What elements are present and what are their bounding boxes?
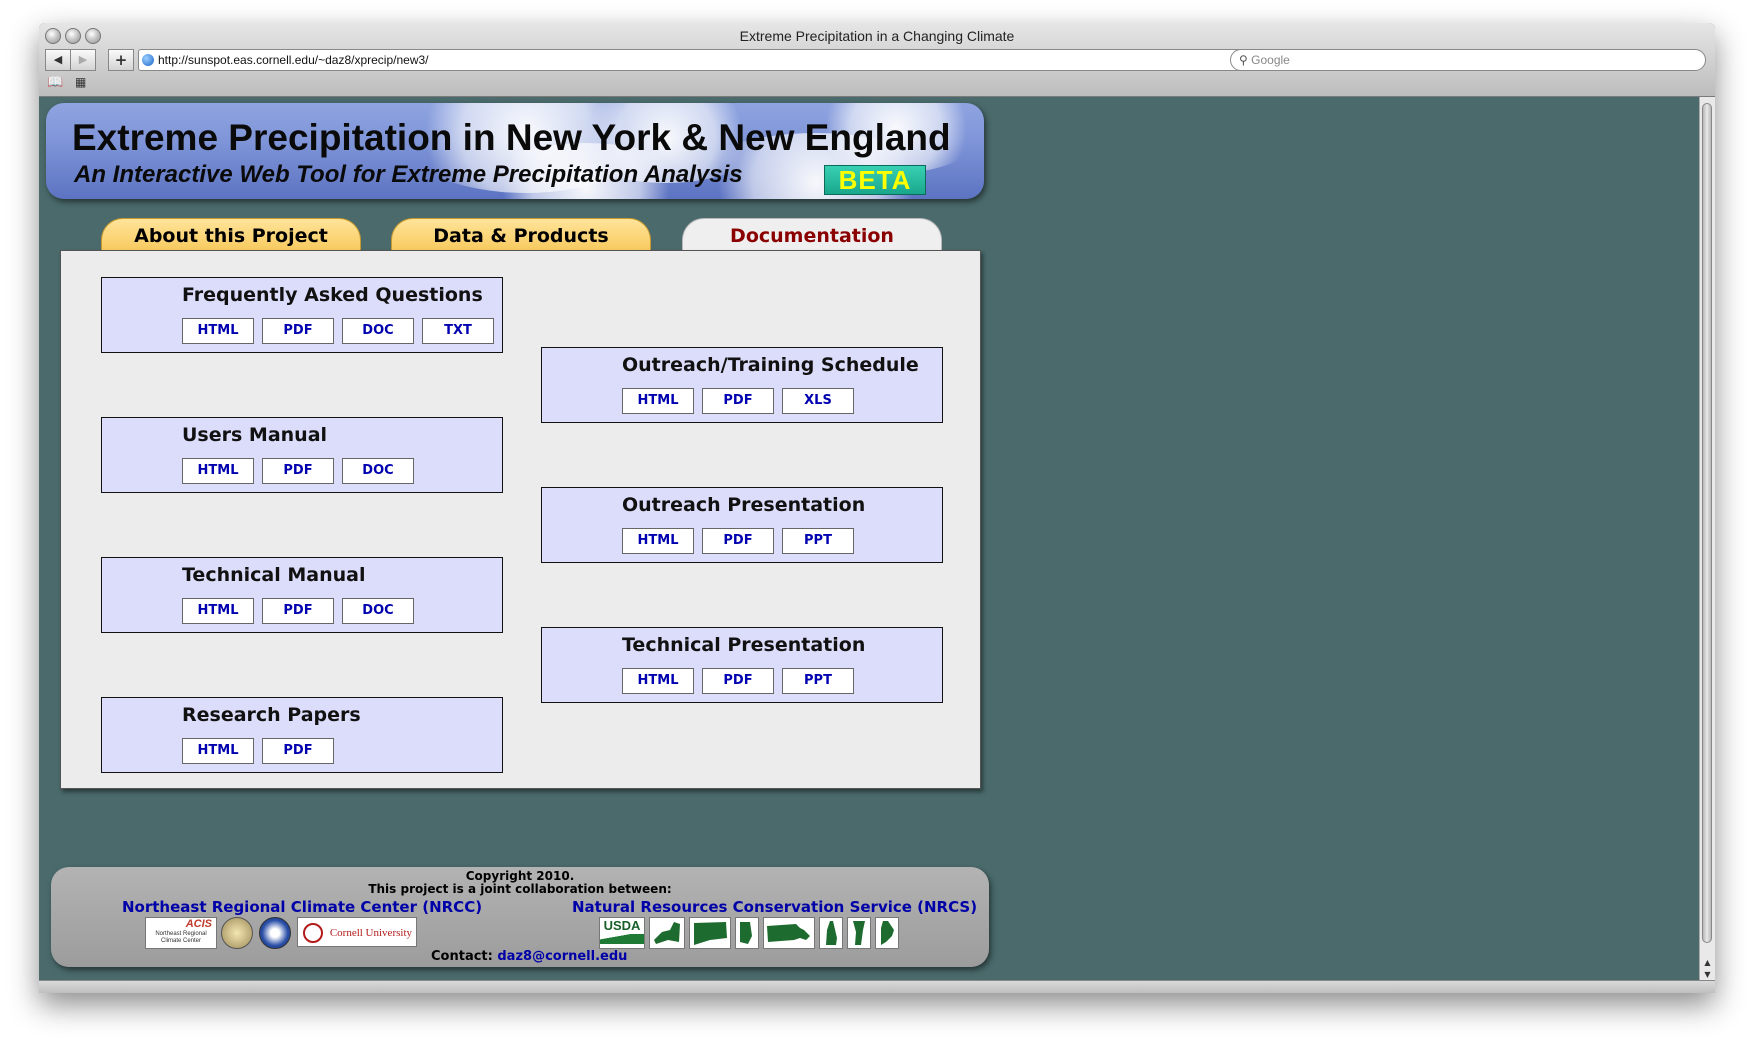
scrollbar-thumb[interactable]	[1702, 103, 1712, 943]
users-manual-pdf-link[interactable]: PDF	[262, 458, 334, 484]
forward-button[interactable]: ▶	[70, 49, 96, 71]
technical-manual-pdf-link[interactable]: PDF	[262, 598, 334, 624]
add-bookmark-button[interactable]: +	[108, 49, 134, 71]
doc-card-research-papers: Research Papers HTML PDF	[101, 697, 503, 773]
vertical-scrollbar[interactable]: ▲ ▼	[1699, 97, 1715, 981]
top-sites-grid-icon[interactable]: ▦	[75, 75, 86, 89]
doc-card-outreach-training-schedule: Outreach/Training Schedule HTML PDF XLS	[541, 347, 943, 423]
doc-card-technical-presentation: Technical Presentation HTML PDF PPT	[541, 627, 943, 703]
browser-toolbar: Extreme Precipitation in a Changing Clim…	[39, 23, 1715, 97]
doc-card-title: Technical Presentation	[622, 634, 866, 656]
technical-manual-doc-link[interactable]: DOC	[342, 598, 414, 624]
outreach-schedule-xls-link[interactable]: XLS	[782, 388, 854, 414]
technical-presentation-pdf-link[interactable]: PDF	[702, 668, 774, 694]
window-title: Extreme Precipitation in a Changing Clim…	[739, 28, 1015, 44]
url-text: http://sunspot.eas.cornell.edu/~daz8/xpr…	[158, 53, 429, 67]
new-hampshire-state-icon[interactable]	[819, 917, 843, 949]
research-papers-html-link[interactable]: HTML	[182, 738, 254, 764]
site-banner: Extreme Precipitation in New York & New …	[46, 103, 984, 199]
doc-card-users-manual: Users Manual HTML PDF DOC	[101, 417, 503, 493]
faq-txt-link[interactable]: TXT	[422, 318, 494, 344]
connecticut-state-icon[interactable]	[689, 917, 731, 949]
status-bar	[39, 980, 1715, 993]
nrcc-link[interactable]: Northeast Regional Climate Center (NRCC)	[122, 898, 482, 916]
cornell-seal-icon	[303, 923, 323, 943]
doc-card-title: Research Papers	[182, 704, 361, 726]
tab-about-this-project[interactable]: About this Project	[101, 218, 361, 253]
technical-manual-html-link[interactable]: HTML	[182, 598, 254, 624]
outreach-presentation-pdf-link[interactable]: PDF	[702, 528, 774, 554]
cornell-university-logo[interactable]: Cornell University	[297, 917, 417, 947]
globe-icon	[142, 54, 154, 66]
tab-data-and-products[interactable]: Data & Products	[391, 218, 651, 253]
usda-logo-text: USDA	[603, 918, 641, 933]
maine-state-icon[interactable]	[875, 917, 899, 949]
research-papers-pdf-link[interactable]: PDF	[262, 738, 334, 764]
copyright-text: Copyright 2010.	[465, 869, 575, 883]
banner-title: Extreme Precipitation in New York & New …	[72, 117, 951, 158]
doc-card-outreach-presentation: Outreach Presentation HTML PDF PPT	[541, 487, 943, 563]
outreach-schedule-pdf-link[interactable]: PDF	[702, 388, 774, 414]
users-manual-doc-link[interactable]: DOC	[342, 458, 414, 484]
acis-logo-text: ACIS	[185, 918, 212, 930]
plus-icon: +	[114, 51, 128, 69]
acis-logo-caption: Northeast Regional Climate Center	[155, 931, 207, 944]
search-placeholder: Google	[1251, 53, 1290, 67]
doc-card-title: Technical Manual	[182, 564, 366, 586]
outreach-presentation-ppt-link[interactable]: PPT	[782, 528, 854, 554]
doc-card-title: Users Manual	[182, 424, 328, 446]
contact-line: Contact: daz8@cornell.edu	[431, 949, 627, 964]
address-bar[interactable]: http://sunspot.eas.cornell.edu/~daz8/xpr…	[138, 49, 1260, 71]
doc-card-title: Frequently Asked Questions	[182, 284, 483, 306]
doc-card-faq: Frequently Asked Questions HTML PDF DOC …	[101, 277, 503, 353]
search-icon: ⚲	[1239, 53, 1248, 67]
doc-card-technical-manual: Technical Manual HTML PDF DOC	[101, 557, 503, 633]
noaa-seal-icon[interactable]	[221, 917, 253, 949]
beta-badge: BETA	[824, 165, 926, 195]
new-york-state-icon[interactable]	[649, 917, 685, 949]
tab-documentation[interactable]: Documentation	[682, 218, 942, 253]
search-field[interactable]: ⚲ Google	[1230, 49, 1706, 71]
nrcs-link[interactable]: Natural Resources Conservation Service (…	[572, 898, 977, 916]
forward-arrow-icon: ▶	[78, 53, 88, 66]
users-manual-html-link[interactable]: HTML	[182, 458, 254, 484]
documentation-panel: Frequently Asked Questions HTML PDF DOC …	[60, 250, 981, 789]
faq-doc-link[interactable]: DOC	[342, 318, 414, 344]
outreach-schedule-html-link[interactable]: HTML	[622, 388, 694, 414]
massachusetts-state-icon[interactable]	[763, 917, 815, 949]
doc-card-title: Outreach Presentation	[622, 494, 866, 516]
vermont-state-icon[interactable]	[847, 917, 871, 949]
rhode-island-state-icon[interactable]	[735, 917, 759, 949]
usda-logo[interactable]: USDA	[599, 917, 645, 949]
collaboration-text: This project is a joint collaboration be…	[368, 882, 672, 896]
browser-window: Extreme Precipitation in a Changing Clim…	[39, 23, 1715, 993]
contact-label: Contact:	[431, 949, 493, 964]
acis-logo[interactable]: ACIS Northeast Regional Climate Center	[145, 917, 217, 949]
nws-seal-icon[interactable]	[259, 917, 291, 949]
faq-pdf-link[interactable]: PDF	[262, 318, 334, 344]
banner-subtitle: An Interactive Web Tool for Extreme Prec…	[74, 161, 743, 188]
faq-html-link[interactable]: HTML	[182, 318, 254, 344]
contact-email-link[interactable]: daz8@cornell.edu	[497, 949, 627, 964]
site-footer: Copyright 2010. This project is a joint …	[51, 867, 989, 967]
back-arrow-icon: ◀	[53, 53, 63, 66]
outreach-presentation-html-link[interactable]: HTML	[622, 528, 694, 554]
technical-presentation-html-link[interactable]: HTML	[622, 668, 694, 694]
scroll-down-arrow-icon[interactable]: ▼	[1700, 970, 1715, 979]
scroll-up-arrow-icon[interactable]: ▲	[1700, 958, 1715, 967]
cornell-logo-text: Cornell University	[329, 927, 412, 939]
back-button[interactable]: ◀	[45, 49, 71, 71]
technical-presentation-ppt-link[interactable]: PPT	[782, 668, 854, 694]
usda-hills-icon	[600, 934, 644, 944]
bookmarks-book-icon[interactable]: 📖	[47, 75, 63, 90]
doc-card-title: Outreach/Training Schedule	[622, 354, 919, 376]
